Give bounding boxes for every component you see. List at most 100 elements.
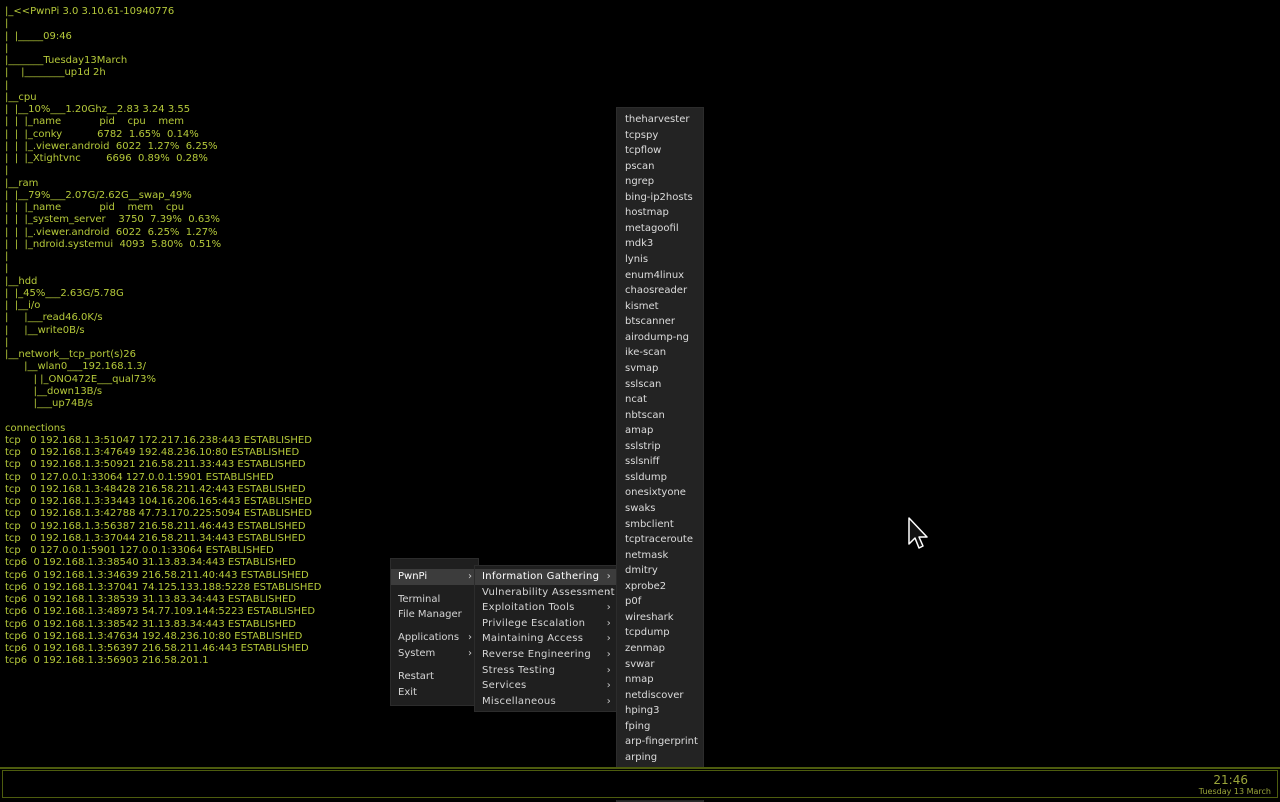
tool-item[interactable]: dmitry	[617, 563, 703, 579]
menu-item-exit[interactable]: Exit	[391, 685, 478, 701]
tool-item[interactable]: ike-scan	[617, 345, 703, 361]
conky-line: | | |_.viewer.android 6022 6.25% 1.27%	[5, 226, 218, 238]
conky-line: | | |_.viewer.android 6022 1.27% 6.25%	[5, 140, 218, 152]
tool-item[interactable]: wireshark	[617, 610, 703, 626]
category-item-label: Stress Testing	[482, 664, 556, 676]
tool-item[interactable]: nbtscan	[617, 408, 703, 424]
conky-line: tcp6 0 192.168.1.3:34639 216.58.211.40:4…	[5, 569, 309, 581]
chevron-right-icon: ›	[606, 649, 611, 660]
conky-line: | | |_conky 6782 1.65% 0.14%	[5, 128, 199, 140]
tool-item[interactable]: arp-fingerprint	[617, 734, 703, 750]
tools-submenu: theharvester tcpspy tcpflow pscan ngrep bing-…	[616, 107, 704, 802]
category-item[interactable]: Services ›	[475, 678, 617, 694]
conky-line: | |___read46.0K/s	[5, 312, 103, 324]
tool-item[interactable]: hostmap	[617, 205, 703, 221]
tool-item[interactable]: hping3	[617, 703, 703, 719]
conky-line: |_<<PwnPi 3.0 3.10.61-10940776	[5, 6, 175, 17]
tool-item[interactable]: onesixtyone	[617, 485, 703, 501]
category-submenu: Information Gathering › Vulnerability Asse…	[474, 565, 618, 712]
tool-item[interactable]: lynis	[617, 252, 703, 268]
conky-line: |_______Tuesday13March	[5, 55, 128, 66]
category-item-label: Vulnerability Assessment	[482, 586, 615, 598]
tool-item[interactable]: smbclient	[617, 517, 703, 533]
tool-item[interactable]: sslscan	[617, 377, 703, 393]
chevron-right-icon: ›	[606, 571, 611, 582]
tool-item[interactable]: svmap	[617, 361, 703, 377]
category-item-label: Information Gathering	[482, 571, 600, 582]
tool-item[interactable]: svwar	[617, 657, 703, 673]
tool-item[interactable]: netmask	[617, 548, 703, 564]
category-item[interactable]: Vulnerability Assessment ›	[475, 585, 617, 601]
tool-item[interactable]: p0f	[617, 594, 703, 610]
tool-item[interactable]: netdiscover	[617, 688, 703, 704]
menu-item-file-manager[interactable]: File Manager	[391, 607, 478, 623]
tool-item[interactable]: bing-ip2hosts	[617, 190, 703, 206]
tool-item[interactable]: pscan	[617, 159, 703, 175]
menu-item-pwnpi[interactable]: PwnPi ›	[391, 569, 478, 585]
category-item[interactable]: Information Gathering ›	[475, 569, 617, 585]
tool-item[interactable]: ngrep	[617, 174, 703, 190]
tool-item[interactable]: arping	[617, 750, 703, 766]
tool-item[interactable]: zenmap	[617, 641, 703, 657]
conky-line: | | |_ndroid.systemui 4093 5.80% 0.51%	[5, 238, 222, 250]
tool-item[interactable]: btscanner	[617, 314, 703, 330]
menu-item-pwnpi-label: PwnPi	[398, 571, 428, 582]
conky-line: |	[5, 79, 9, 91]
tool-item[interactable]: tcptraceroute	[617, 532, 703, 548]
conky-line: | | |_Xtightvnc 6696 0.89% 0.28%	[5, 153, 208, 164]
menu-item-applications[interactable]: Applications ›	[391, 630, 478, 646]
category-item-label: Exploitation Tools	[482, 602, 575, 614]
category-item[interactable]: Stress Testing ›	[475, 663, 617, 679]
tool-item[interactable]: fping	[617, 719, 703, 735]
taskbar-panel[interactable]	[2, 770, 1278, 798]
tool-item[interactable]: metagoofil	[617, 221, 703, 237]
category-item[interactable]: Reverse Engineering ›	[475, 647, 617, 663]
tool-item[interactable]: tcpflow	[617, 143, 703, 159]
conky-line: tcp6 0 192.168.1.3:47634 192.48.236.10:8…	[5, 630, 303, 642]
conky-line: | |_____09:46	[5, 30, 72, 42]
category-item[interactable]: Miscellaneous ›	[475, 694, 617, 710]
conky-line: |___up74B/s	[5, 398, 93, 409]
menu-item-terminal-label: Terminal	[398, 594, 441, 605]
conky-line: tcp6 0 192.168.1.3:56903 216.58.201.1	[5, 655, 209, 667]
tool-item[interactable]: enum4linux	[617, 268, 703, 284]
menu-item-restart[interactable]: Restart	[391, 669, 478, 685]
tool-item[interactable]: nmap	[617, 672, 703, 688]
conky-line: | |__write0B/s	[5, 324, 85, 336]
conky-line: tcp 0 127.0.0.1:33064 127.0.0.1:5901 EST…	[5, 471, 274, 483]
menu-item-file-manager-label: File Manager	[398, 609, 462, 620]
tool-item[interactable]: chaosreader	[617, 283, 703, 299]
conky-line: | |________up1d 2h	[5, 67, 106, 79]
tool-item[interactable]: airodump-ng	[617, 330, 703, 346]
tool-item[interactable]: kismet	[617, 299, 703, 315]
tool-item[interactable]: mdk3	[617, 236, 703, 252]
category-item-label: Privilege Escalation	[482, 617, 586, 629]
clock-time[interactable]: 21:46	[1213, 773, 1248, 787]
menu-item-applications-label: Applications	[398, 632, 460, 643]
tool-item[interactable]: tcpdump	[617, 625, 703, 641]
mouse-pointer-icon	[908, 517, 928, 549]
conky-line: tcp 0 192.168.1.3:48428 216.58.211.42:44…	[5, 483, 306, 495]
menu-item-exit-label: Exit	[398, 687, 417, 698]
menu-item-system-label: System	[398, 648, 436, 659]
taskbar: 21:46 Tuesday 13 March	[0, 767, 1280, 800]
category-item[interactable]: Exploitation Tools ›	[475, 600, 617, 616]
chevron-right-icon: ›	[606, 602, 611, 614]
conky-line	[5, 410, 321, 422]
tool-item[interactable]: tcpspy	[617, 128, 703, 144]
conky-line: |__down13B/s	[5, 385, 103, 397]
category-item[interactable]: Privilege Escalation ›	[475, 616, 617, 632]
tool-item[interactable]: theharvester	[617, 112, 703, 128]
menu-item-restart-label: Restart	[398, 671, 434, 682]
tool-item[interactable]: xprobe2	[617, 579, 703, 595]
tool-item[interactable]: ncat	[617, 392, 703, 408]
menu-item-terminal[interactable]: Terminal	[391, 592, 478, 608]
menu-item-system[interactable]: System ›	[391, 646, 478, 662]
tool-item[interactable]: sslstrip	[617, 439, 703, 455]
category-item[interactable]: Maintaining Access ›	[475, 631, 617, 647]
tool-item[interactable]: swaks	[617, 501, 703, 517]
tool-item[interactable]: ssldump	[617, 470, 703, 486]
tool-item[interactable]: sslsniff	[617, 454, 703, 470]
tool-item[interactable]: amap	[617, 423, 703, 439]
conky-line: tcp 0 192.168.1.3:33443 104.16.206.165:4…	[5, 496, 312, 507]
